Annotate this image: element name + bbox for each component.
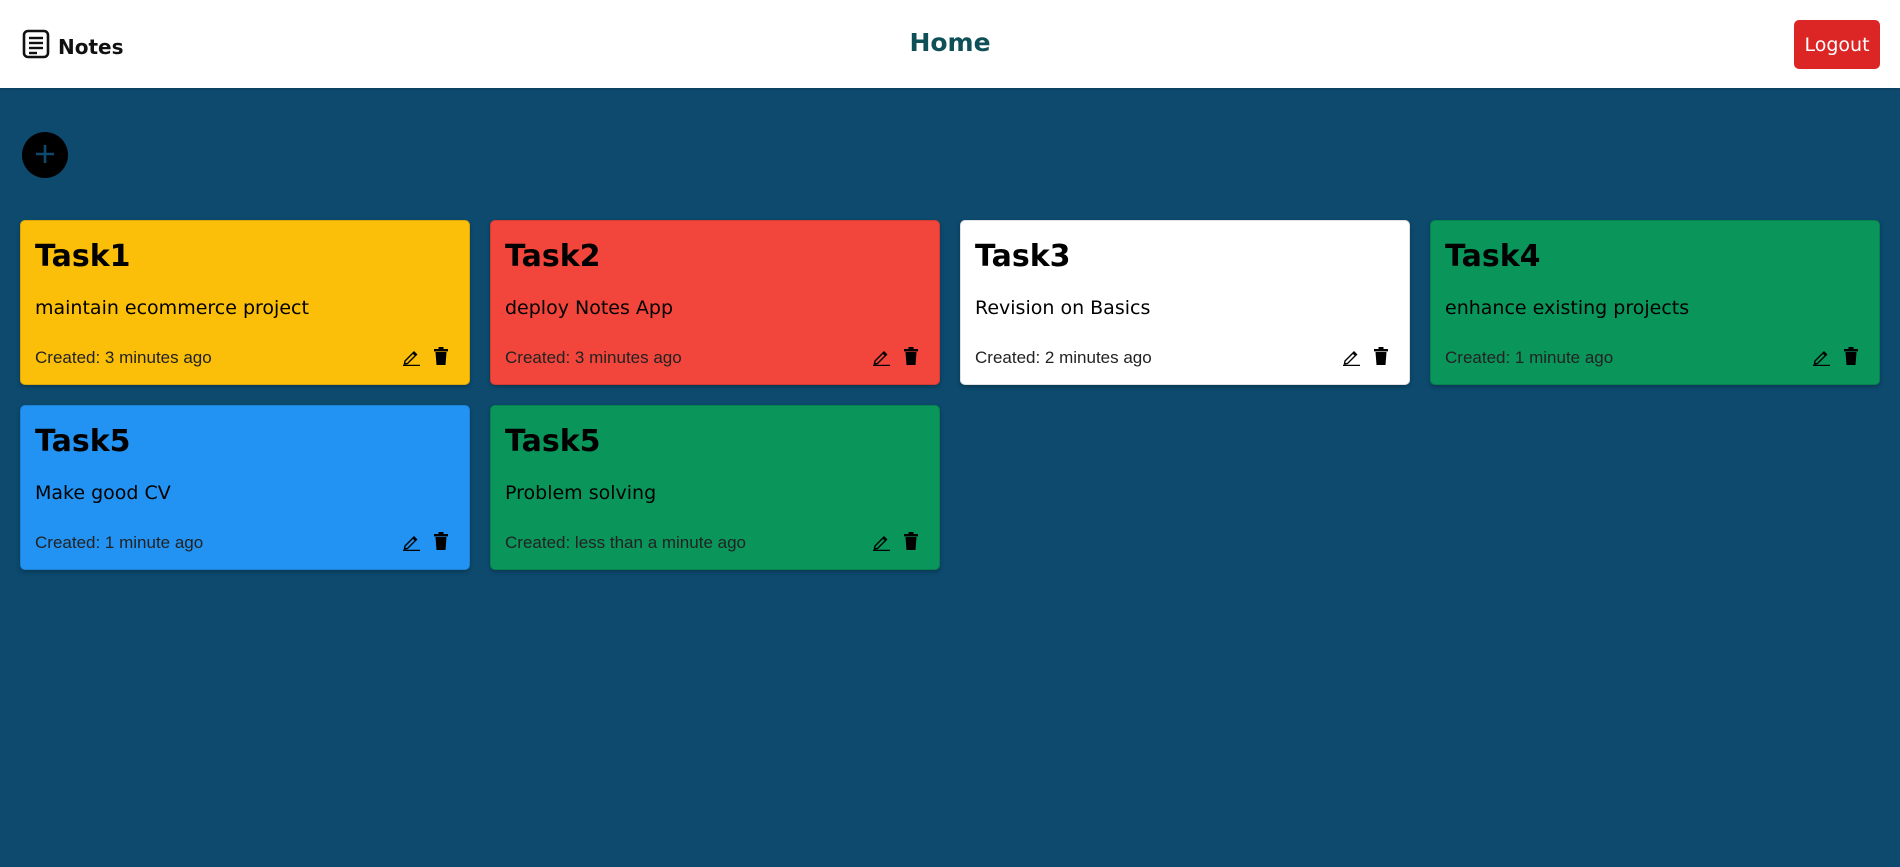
edit-icon[interactable] [1811,345,1831,367]
add-note-button[interactable] [22,132,68,178]
note-title: Task5 [35,424,131,459]
note-card[interactable]: Task3 Revision on Basics Created: 2 minu… [960,220,1410,385]
note-description: Make good CV [35,482,171,504]
note-description: enhance existing projects [1445,297,1690,319]
note-actions [401,530,451,552]
trash-icon[interactable] [901,530,921,552]
edit-icon[interactable] [871,530,891,552]
trash-icon[interactable] [431,345,451,367]
note-description: Revision on Basics [975,297,1151,319]
edit-icon[interactable] [401,530,421,552]
note-created-time: Created: 3 minutes ago [505,348,682,367]
trash-icon[interactable] [901,345,921,367]
note-title: Task1 [35,239,131,274]
trash-icon[interactable] [1371,345,1391,367]
notes-grid: Task1 maintain ecommerce project Created… [20,220,1882,570]
note-title: Task2 [505,239,601,274]
note-title: Task3 [975,239,1071,274]
note-actions [871,530,921,552]
edit-icon[interactable] [1341,345,1361,367]
note-description: Problem solving [505,482,657,504]
page-title: Home [909,28,991,57]
note-description: deploy Notes App [505,297,674,319]
note-created-time: Created: 1 minute ago [35,533,204,552]
note-created-time: Created: 3 minutes ago [35,348,212,367]
edit-icon[interactable] [401,345,421,367]
note-actions [1811,345,1861,367]
trash-icon[interactable] [1841,345,1861,367]
note-created-time: Created: 1 minute ago [1445,348,1614,367]
note-card[interactable]: Task2 deploy Notes App Created: 3 minute… [490,220,940,385]
note-description: maintain ecommerce project [35,297,309,319]
note-card[interactable]: Task1 maintain ecommerce project Created… [20,220,470,385]
note-actions [1341,345,1391,367]
note-actions [871,345,921,367]
note-card[interactable]: Task5 Problem solving Created: less than… [490,405,940,570]
plus-icon [33,142,57,169]
note-actions [401,345,451,367]
navbar: Notes Home Logout [0,0,1900,88]
logout-button[interactable]: Logout [1794,20,1880,69]
note-created-time: Created: 2 minutes ago [975,348,1152,367]
edit-icon[interactable] [871,345,891,367]
note-created-time: Created: less than a minute ago [505,533,746,552]
note-card[interactable]: Task5 Make good CV Created: 1 minute ago [20,405,470,570]
note-title: Task5 [505,424,601,459]
note-title: Task4 [1445,239,1541,274]
trash-icon[interactable] [431,530,451,552]
note-card[interactable]: Task4 enhance existing projects Created:… [1430,220,1880,385]
